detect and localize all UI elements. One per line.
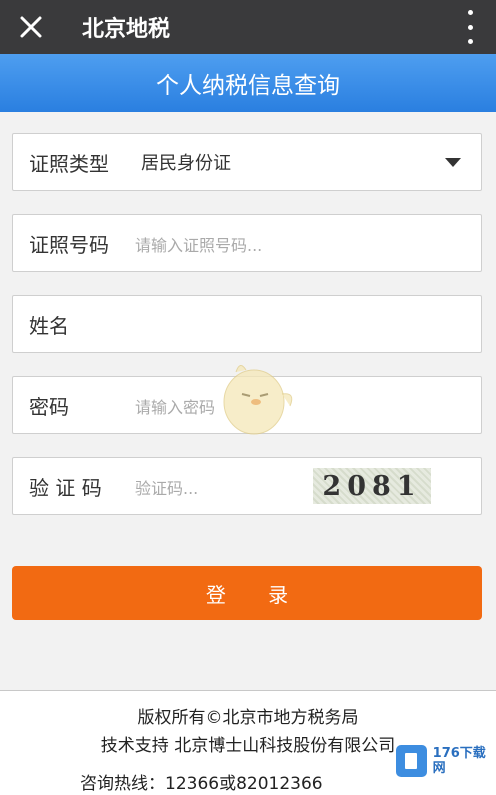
copyright-text: 版权所有©北京市地方税务局 xyxy=(137,708,359,728)
watermark-site-name: 176下载网 xyxy=(432,746,486,776)
name-input[interactable] xyxy=(133,308,307,344)
dropdown-arrow-icon xyxy=(445,158,461,167)
name-field: 姓名 xyxy=(12,295,482,353)
top-bar: 北京地税 xyxy=(0,0,496,54)
close-icon xyxy=(20,16,42,38)
footer: 版权所有©北京市地方税务局 技术支持 北京博士山科技股份有限公司 咨询热线：12… xyxy=(0,691,496,795)
more-dots-icon xyxy=(467,10,473,15)
watermark-mascot-icon xyxy=(223,365,293,435)
id-type-value: 居民身份证 xyxy=(141,153,231,174)
captcha-text: 2081 xyxy=(322,470,422,502)
watermark-logo: 176下载网 xyxy=(396,745,496,777)
password-label: 密码 xyxy=(29,394,69,419)
more-dot xyxy=(467,39,473,44)
page-banner: 个人纳税信息查询 xyxy=(0,54,496,112)
login-button[interactable]: 登 录 xyxy=(12,566,482,620)
id-number-field: 证照号码 xyxy=(12,214,482,272)
id-type-select[interactable]: 证照类型 居民身份证 xyxy=(12,133,482,191)
id-number-input[interactable] xyxy=(133,227,307,263)
more-menu-button[interactable] xyxy=(458,8,482,46)
watermark-logo-icon xyxy=(396,745,427,777)
more-dot xyxy=(467,24,473,30)
captcha-input[interactable] xyxy=(133,470,297,506)
close-button[interactable] xyxy=(0,0,62,54)
captcha-image[interactable]: 2081 xyxy=(313,468,431,504)
captcha-label: 验 证 码 xyxy=(29,475,102,500)
app-title: 北京地税 xyxy=(82,17,171,42)
captcha-field: 验 证 码 2081 xyxy=(12,457,482,515)
page-title: 个人纳税信息查询 xyxy=(156,73,340,99)
id-number-label: 证照号码 xyxy=(29,232,109,257)
login-button-label: 登 录 xyxy=(205,582,307,607)
hotline-text: 咨询热线：12366或82012366 xyxy=(80,774,323,794)
name-label: 姓名 xyxy=(29,313,69,338)
id-type-label: 证照类型 xyxy=(29,151,109,176)
